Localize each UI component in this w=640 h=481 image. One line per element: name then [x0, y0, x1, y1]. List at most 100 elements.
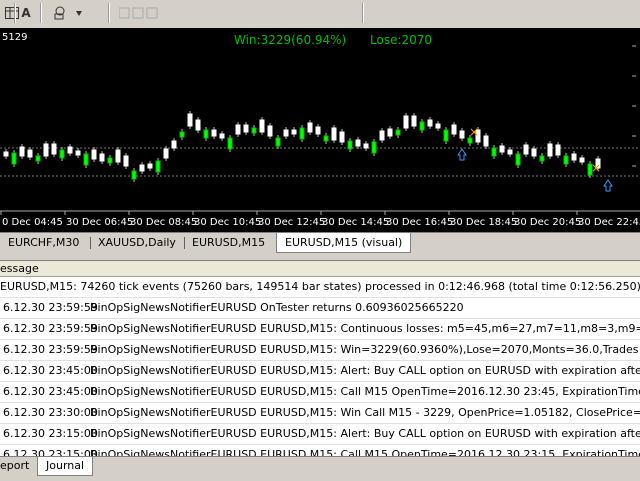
- bear-candle: [347, 140, 353, 150]
- bull-candle: [339, 131, 345, 143]
- bull-candle: [259, 119, 265, 133]
- bull-candle: [411, 115, 417, 127]
- log-row[interactable]: 6.12.30 23:15:00 BinOpSigNewsNotifierEURU…: [0, 424, 640, 445]
- bull-candle: [235, 124, 241, 135]
- bear-candle: [251, 127, 257, 134]
- bull-candle: [355, 139, 361, 147]
- bull-candle: [307, 122, 313, 133]
- journal-log: essage EURUSD,M15: 74260 tick events (75…: [0, 260, 640, 457]
- chart-canvas: 5129 Win:3229(60.94%) Lose:2070 × × 0 Dec…: [0, 32, 640, 228]
- bull-candle: [147, 163, 153, 169]
- log-row[interactable]: 6.12.30 23:59:59 BinOpSigNewsNotifierEURU…: [0, 340, 640, 361]
- bear-candle: [35, 155, 41, 162]
- bull-candle: [67, 146, 73, 154]
- log-time: 6.12.30 23:59:59: [3, 301, 98, 314]
- time-label: 30 Dec 06:45: [66, 217, 133, 228]
- time-label: 0 Dec 04:45: [2, 217, 63, 228]
- log-row[interactable]: 6.12.30 23:45:00 BinOpSigNewsNotifierEURU…: [0, 382, 640, 403]
- tab-xauusd-daily[interactable]: XAUUSD,Daily: [98, 234, 176, 251]
- bull-candle: [579, 157, 585, 163]
- bear-candle: [491, 147, 497, 157]
- tab-eurusd-m15[interactable]: EURUSD,M15: [192, 234, 265, 251]
- bear-candle: [203, 129, 209, 139]
- log-message: BinOpSigNewsNotifierEURUSD OnTester retu…: [90, 301, 464, 314]
- time-label: 30 Dec 18:45: [450, 217, 517, 228]
- bull-candle: [219, 133, 225, 139]
- win-stats-label: Win:3229(60.94%): [234, 33, 346, 47]
- bull-candle: [75, 150, 81, 156]
- bear-candle: [155, 160, 161, 173]
- bull-candle: [507, 149, 513, 155]
- bull-candle: [387, 128, 393, 137]
- tab-report[interactable]: eport: [0, 457, 29, 475]
- time-label: 30 Dec 14:45: [322, 217, 389, 228]
- price-chart[interactable]: 5129 Win:3229(60.94%) Lose:2070 × × 0 Dec…: [0, 28, 640, 232]
- log-message: BinOpSigNewsNotifierEURUSD EURUSD,M15: A…: [90, 364, 640, 377]
- log-column-header[interactable]: essage: [0, 261, 640, 277]
- bear-candle: [371, 141, 377, 154]
- bull-candle: [139, 164, 145, 172]
- log-time: 6.12.30 23:30:00: [3, 406, 98, 419]
- log-row[interactable]: 6.12.30 23:30:00 BinOpSigNewsNotifierEURU…: [0, 403, 640, 424]
- tab-eurusd-m15-visual[interactable]: EURUSD,M15 (visual): [276, 233, 412, 253]
- lose-stats-label: Lose:2070: [370, 33, 432, 47]
- tab-eurchf-m30[interactable]: EURCHF,M30: [8, 234, 79, 251]
- bull-candle: [435, 123, 441, 129]
- bull-candle: [291, 129, 297, 135]
- bear-candle: [275, 137, 281, 147]
- bull-candle: [555, 144, 561, 156]
- log-row[interactable]: 6.12.30 23:45:00 BinOpSigNewsNotifierEURU…: [0, 361, 640, 382]
- terminal-tab-bar: eport Journal: [0, 456, 640, 481]
- time-label: 30 Dec 22:45: [578, 217, 640, 228]
- bear-candle: [539, 155, 545, 162]
- log-row[interactable]: 6.12.30 23:59:59 BinOpSigNewsNotifierEURU…: [0, 298, 640, 319]
- bear-candle: [515, 153, 521, 166]
- bull-candle: [267, 125, 273, 137]
- toolbar: A: [0, 0, 640, 29]
- bear-candle: [419, 121, 425, 131]
- log-message: BinOpSigNewsNotifierEURUSD EURUSD,M15: W…: [90, 406, 640, 419]
- time-label: 30 Dec 08:45: [130, 217, 197, 228]
- bear-candle: [323, 135, 329, 142]
- bear-candle: [107, 157, 113, 164]
- toolbar-separator: [362, 3, 364, 23]
- log-time: 6.12.30 23:59:59: [3, 343, 98, 356]
- log-row[interactable]: EURUSD,M15: 74260 tick events (75260 bar…: [0, 277, 640, 298]
- bull-candle: [283, 129, 289, 137]
- time-label: 30 Dec 20:45: [514, 217, 581, 228]
- text-icon[interactable]: A: [16, 3, 36, 23]
- bull-candle: [403, 115, 409, 129]
- time-label: 30 Dec 12:45: [258, 217, 325, 228]
- bull-candle: [171, 140, 177, 149]
- tab-journal[interactable]: Journal: [37, 457, 94, 476]
- bull-candle: [499, 145, 505, 153]
- bull-candle: [459, 130, 465, 139]
- log-time: 6.12.30 23:15:00: [3, 427, 98, 440]
- log-time: 6.12.30 23:59:59: [3, 322, 98, 335]
- time-label: 30 Dec 16:45: [386, 217, 453, 228]
- shapes-icon[interactable]: [44, 3, 100, 23]
- bull-candle: [163, 148, 169, 159]
- bull-candle: [531, 148, 537, 157]
- bear-candle: [59, 149, 65, 159]
- bull-candle: [195, 119, 201, 131]
- bear-candle: [179, 131, 185, 138]
- signal-cross-icon: ×: [591, 161, 601, 175]
- bull-candle: [27, 149, 33, 158]
- bull-candle: [51, 143, 57, 155]
- bull-candle: [187, 113, 193, 127]
- log-row[interactable]: 6.12.30 23:59:59 BinOpSigNewsNotifierEURU…: [0, 319, 640, 340]
- bull-candle: [243, 124, 249, 133]
- bull-candle: [363, 143, 369, 149]
- bear-candle: [563, 155, 569, 165]
- bull-candle: [451, 124, 457, 135]
- bull-candle: [115, 149, 121, 163]
- call-arrow-icon: [603, 179, 613, 192]
- bull-candle: [99, 153, 105, 162]
- chart-tab-bar: EURCHF,M30 XAUUSD,Daily EURUSD,M15 EURUS…: [0, 232, 640, 253]
- bear-candle: [11, 152, 17, 165]
- price-label: 5129: [2, 32, 27, 43]
- log-message: BinOpSigNewsNotifierEURUSD EURUSD,M15: W…: [90, 343, 640, 356]
- bull-candle: [379, 130, 385, 141]
- log-time: 6.12.30 23:45:00: [3, 385, 98, 398]
